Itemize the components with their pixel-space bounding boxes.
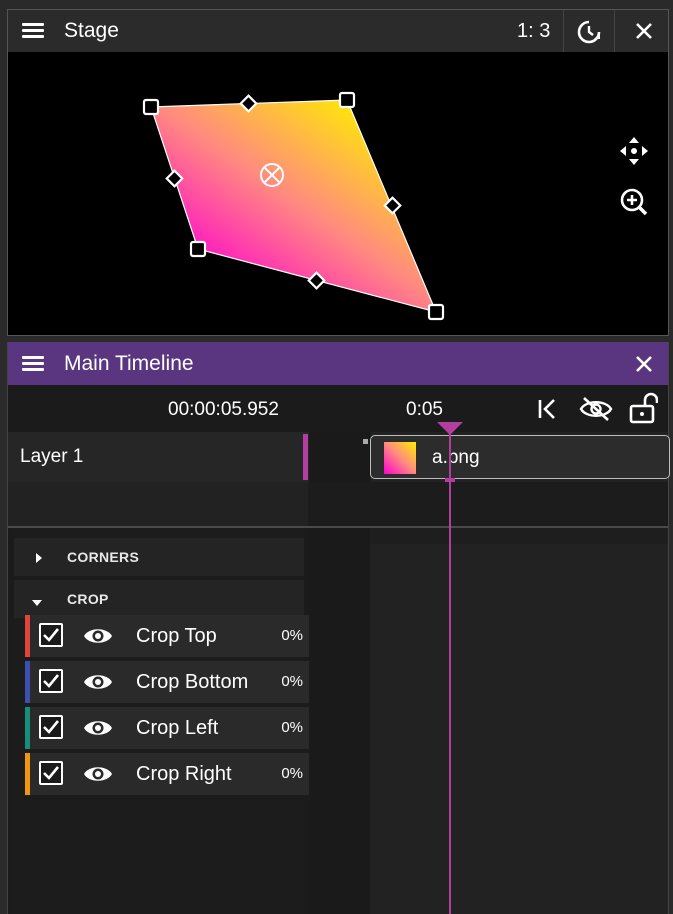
timecode: 00:00:05.952 [168, 399, 279, 420]
stage-header: Stage 1: 3 [8, 10, 668, 52]
property-color-bar [25, 707, 30, 749]
keyframe-track[interactable] [370, 544, 668, 914]
property-label: Crop Left [136, 717, 219, 739]
property-value[interactable]: 0% [281, 719, 303, 736]
keyframe-gutter [310, 528, 370, 914]
property-value[interactable]: 0% [281, 627, 303, 644]
property-color-bar [25, 661, 30, 703]
playhead-line[interactable] [449, 432, 451, 914]
layer-row[interactable]: Layer 1 a.png [8, 432, 670, 482]
property-value[interactable]: 0% [281, 765, 303, 782]
playhead-handle[interactable] [437, 422, 463, 436]
keyframe-area[interactable] [310, 528, 668, 914]
stage-title: Stage [64, 19, 119, 42]
ruler-mark: 0:05 [406, 399, 443, 420]
layer-label-area[interactable]: Layer 1 [8, 432, 308, 482]
stage-panel: Stage 1: 3 [7, 9, 669, 336]
move-icon[interactable] [619, 136, 649, 166]
eye-icon[interactable] [83, 624, 113, 648]
section-crop[interactable]: CROP [14, 580, 304, 618]
transform-shape[interactable] [8, 52, 668, 335]
track-gap [309, 432, 371, 482]
stage-ratio[interactable]: 1: 3 [517, 20, 550, 43]
property-row-crop-top[interactable]: Crop Top 0% [25, 615, 309, 657]
empty-track-row [8, 482, 668, 526]
zoom-in-icon[interactable] [619, 187, 649, 217]
eye-icon[interactable] [83, 716, 113, 740]
property-label: Crop Top [136, 625, 217, 647]
property-color-bar [25, 753, 30, 795]
property-label: Crop Bottom [136, 671, 249, 693]
properties-list: CORNERS CROP Crop Top 0% Crop Bottom 0% … [14, 528, 309, 914]
visibility-off-icon[interactable] [579, 396, 613, 422]
close-icon[interactable] [634, 21, 654, 41]
clip-thumbnail [384, 442, 416, 474]
ruler-row[interactable]: 00:00:05.952 0:05 [8, 385, 668, 432]
unlock-icon[interactable] [628, 392, 659, 424]
property-row-crop-right[interactable]: Crop Right 0% [25, 753, 309, 795]
menu-icon[interactable] [22, 356, 44, 372]
eye-icon[interactable] [83, 762, 113, 786]
playhead-marker [445, 478, 455, 482]
checkbox[interactable] [39, 761, 63, 785]
checkbox[interactable] [39, 715, 63, 739]
property-label: Crop Right [136, 763, 232, 785]
property-color-bar [25, 615, 30, 657]
checkbox[interactable] [39, 669, 63, 693]
section-corners[interactable]: CORNERS [14, 538, 304, 576]
clock-icon[interactable] [576, 19, 602, 45]
property-row-crop-left[interactable]: Crop Left 0% [25, 707, 309, 749]
timeline-panel: Main Timeline 00:00:05.952 0:05 Layer 1 … [7, 342, 670, 914]
clip-name: a.png [432, 447, 480, 468]
layer-label: Layer 1 [20, 446, 84, 467]
menu-icon[interactable] [22, 23, 44, 39]
stage-canvas[interactable] [8, 52, 668, 335]
header-divider [563, 10, 564, 52]
timeline-title: Main Timeline [64, 352, 194, 375]
skip-to-start-icon[interactable] [537, 398, 559, 420]
empty-label-area [8, 482, 308, 526]
keyframe-marker [363, 439, 368, 444]
timeline-header: Main Timeline [8, 342, 668, 385]
layer-color-marker [303, 434, 308, 480]
property-value[interactable]: 0% [281, 673, 303, 690]
clip[interactable]: a.png [370, 435, 670, 479]
caret-down-icon [31, 595, 43, 606]
close-icon[interactable] [634, 354, 654, 374]
section-label: CROP [67, 591, 109, 607]
property-row-crop-bottom[interactable]: Crop Bottom 0% [25, 661, 309, 703]
section-label: CORNERS [67, 549, 140, 565]
header-divider [614, 10, 615, 52]
eye-icon[interactable] [83, 670, 113, 694]
caret-right-icon [34, 551, 44, 563]
checkbox[interactable] [39, 623, 63, 647]
